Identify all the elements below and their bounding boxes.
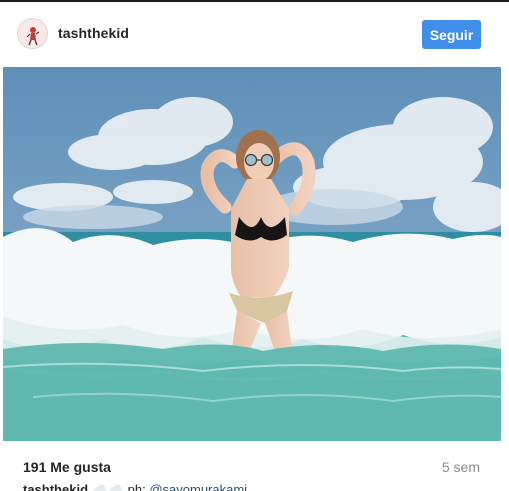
instagram-post: tashthekid Seguir 191 Me gusta 5 sem tas… — [0, 2, 509, 491]
like-count[interactable]: 191 Me gusta — [23, 459, 111, 475]
follow-button[interactable]: Seguir — [422, 20, 481, 49]
beach-photo-image — [3, 67, 501, 441]
post-photo[interactable] — [3, 67, 501, 441]
avatar[interactable] — [17, 18, 48, 49]
post-timestamp[interactable]: 5 sem — [442, 459, 480, 475]
post-caption: tashthekid ☁️☁️ ph: @sayomurakami — [23, 482, 493, 491]
caption-text: ☁️☁️ ph: — [91, 482, 146, 491]
post-header: tashthekid Seguir — [0, 2, 509, 66]
post-username[interactable]: tashthekid — [58, 25, 129, 41]
avatar-illustration-icon — [18, 19, 47, 48]
caption-mention-link[interactable]: @sayomurakami — [149, 482, 247, 491]
caption-username[interactable]: tashthekid — [23, 482, 88, 491]
